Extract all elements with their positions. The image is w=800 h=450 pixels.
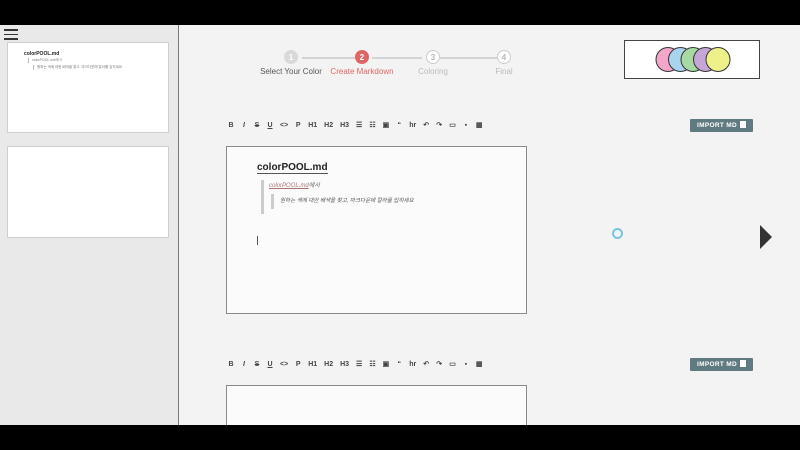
h3-button[interactable]: H3 — [340, 119, 349, 133]
file-icon — [739, 121, 746, 128]
step-number: 4 — [497, 50, 511, 64]
thumbnail-title: colorPOOL.md — [24, 51, 60, 57]
step-create-markdown[interactable]: 2 Create Markdown — [327, 50, 397, 76]
main-panel: 1 Select Your Color 2 Create Markdown 3 … — [180, 25, 800, 425]
image-upload-icon[interactable]: ▪ — [463, 358, 469, 372]
import-md-label: IMPORT MD — [697, 361, 737, 368]
hr-button[interactable]: hr — [409, 358, 416, 372]
link-icon[interactable]: ▣ — [383, 358, 390, 372]
italic-button[interactable]: I — [241, 358, 247, 372]
step-number: 2 — [355, 50, 369, 64]
import-md-button-2[interactable]: IMPORT MD — [690, 358, 753, 371]
text-caret — [257, 236, 258, 245]
ordered-list-icon[interactable]: ☷ — [369, 119, 375, 133]
page-thumbnail-1[interactable]: colorPOOL.md colorPOOL.md에서 원하는 색에 대한 배색… — [7, 42, 169, 133]
bold-button[interactable]: B — [228, 358, 234, 372]
step-number: 3 — [426, 50, 440, 64]
markdown-editor-2[interactable] — [226, 385, 527, 425]
unordered-list-icon[interactable]: ☰ — [356, 119, 362, 133]
blockquote-text: 에서 — [308, 183, 320, 189]
step-label: Create Markdown — [330, 67, 394, 76]
image-upload-icon[interactable]: ▪ — [463, 119, 469, 133]
h1-button[interactable]: H1 — [308, 358, 317, 372]
palette-swatch — [705, 47, 731, 72]
bold-button[interactable]: B — [228, 119, 234, 133]
step-label: Coloring — [418, 67, 448, 76]
progress-stepper: 1 Select Your Color 2 Create Markdown 3 … — [260, 50, 520, 80]
markdown-editor[interactable]: colorPOOL.md colorPOOL.md에서 원하는 색에 대한 배색… — [226, 146, 527, 314]
editor-toolbar-2: B I S U <> P H1 H2 H3 ☰ ☷ ▣ “ hr ↶ ↷ ▭ ▪… — [228, 358, 489, 372]
strikethrough-button[interactable]: S — [254, 358, 260, 372]
image-icon[interactable]: ▭ — [449, 119, 456, 133]
undo-icon[interactable]: ↶ — [423, 119, 429, 133]
editor-heading: colorPOOL.md — [257, 162, 328, 174]
hamburger-menu-icon[interactable] — [4, 29, 18, 40]
redo-icon[interactable]: ↷ — [436, 119, 442, 133]
page-thumbnail-2[interactable] — [7, 146, 169, 238]
table-icon[interactable]: ▦ — [476, 119, 483, 133]
app-window: colorPOOL.md colorPOOL.md에서 원하는 색에 대한 배색… — [0, 25, 800, 425]
quote-button[interactable]: “ — [396, 358, 402, 372]
h1-button[interactable]: H1 — [308, 119, 317, 133]
strikethrough-button[interactable]: S — [254, 119, 260, 133]
step-label: Select Your Color — [260, 67, 322, 76]
mouse-cursor-indicator — [612, 228, 623, 239]
palette-swatches — [655, 47, 731, 72]
step-number: 1 — [284, 50, 298, 64]
code-button[interactable]: <> — [280, 358, 288, 372]
editor-nested-blockquote: 원하는 색에 대한 배색을 찾고, 마크다운에 칼라를 입히세요 — [271, 194, 414, 209]
color-palette-preview — [624, 40, 760, 79]
blockquote-link[interactable]: colorPOOL.md — [269, 183, 309, 189]
redo-icon[interactable]: ↷ — [436, 358, 442, 372]
italic-button[interactable]: I — [241, 119, 247, 133]
thumbnail-quote: colorPOOL.md에서 — [28, 58, 62, 63]
ordered-list-icon[interactable]: ☷ — [369, 358, 375, 372]
file-icon — [739, 360, 746, 367]
link-icon[interactable]: ▣ — [383, 119, 390, 133]
paragraph-button[interactable]: P — [295, 358, 301, 372]
thumbnail-nested-quote: 원하는 색에 대한 배색을 찾고, 마크다운에 칼라를 입히세요 — [33, 65, 122, 70]
table-icon[interactable]: ▦ — [476, 358, 483, 372]
underline-button[interactable]: U — [267, 119, 273, 133]
h2-button[interactable]: H2 — [324, 358, 333, 372]
h2-button[interactable]: H2 — [324, 119, 333, 133]
step-final[interactable]: 4 Final — [469, 50, 539, 76]
sidebar: colorPOOL.md colorPOOL.md에서 원하는 색에 대한 배색… — [0, 25, 179, 425]
code-button[interactable]: <> — [280, 119, 288, 133]
paragraph-button[interactable]: P — [295, 119, 301, 133]
editor-toolbar: B I S U <> P H1 H2 H3 ☰ ☷ ▣ “ hr ↶ ↷ ▭ ▪… — [228, 119, 489, 133]
step-select-your-color[interactable]: 1 Select Your Color — [256, 50, 326, 76]
next-arrow-icon[interactable] — [760, 225, 772, 249]
undo-icon[interactable]: ↶ — [423, 358, 429, 372]
step-label: Final — [495, 67, 513, 76]
image-icon[interactable]: ▭ — [449, 358, 456, 372]
import-md-button[interactable]: IMPORT MD — [690, 119, 753, 132]
quote-button[interactable]: “ — [396, 119, 402, 133]
h3-button[interactable]: H3 — [340, 358, 349, 372]
unordered-list-icon[interactable]: ☰ — [356, 358, 362, 372]
step-coloring[interactable]: 3 Coloring — [398, 50, 468, 76]
underline-button[interactable]: U — [267, 358, 273, 372]
hr-button[interactable]: hr — [409, 119, 416, 133]
import-md-label: IMPORT MD — [697, 122, 737, 129]
